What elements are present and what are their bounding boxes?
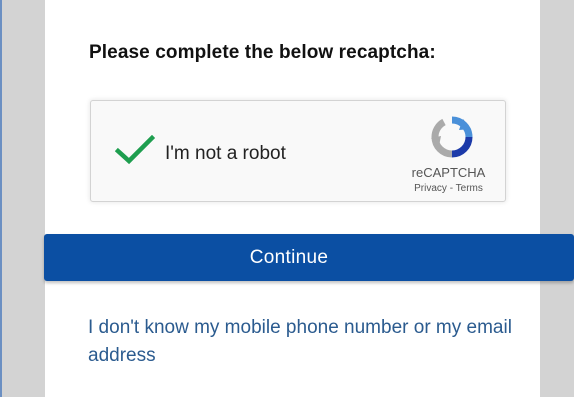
privacy-link[interactable]: Privacy bbox=[414, 183, 447, 194]
page-heading: Please complete the below recaptcha: bbox=[89, 42, 436, 63]
continue-button[interactable]: Continue bbox=[44, 234, 574, 281]
window-edge bbox=[0, 0, 2, 397]
captcha-card: Please complete the below recaptcha: I'm… bbox=[45, 0, 540, 397]
terms-link[interactable]: Terms bbox=[456, 183, 483, 194]
link-separator: - bbox=[446, 183, 456, 194]
recaptcha-brand: reCAPTCHA bbox=[411, 165, 486, 180]
recaptcha-checkbox-label[interactable]: I'm not a robot bbox=[165, 143, 286, 165]
no-contact-info-link[interactable]: I don't know my mobile phone number or m… bbox=[88, 314, 528, 370]
recaptcha-widget[interactable]: I'm not a robot reCAPTCHA Privacy - Term… bbox=[90, 100, 506, 202]
recaptcha-links: Privacy - Terms bbox=[396, 183, 501, 194]
